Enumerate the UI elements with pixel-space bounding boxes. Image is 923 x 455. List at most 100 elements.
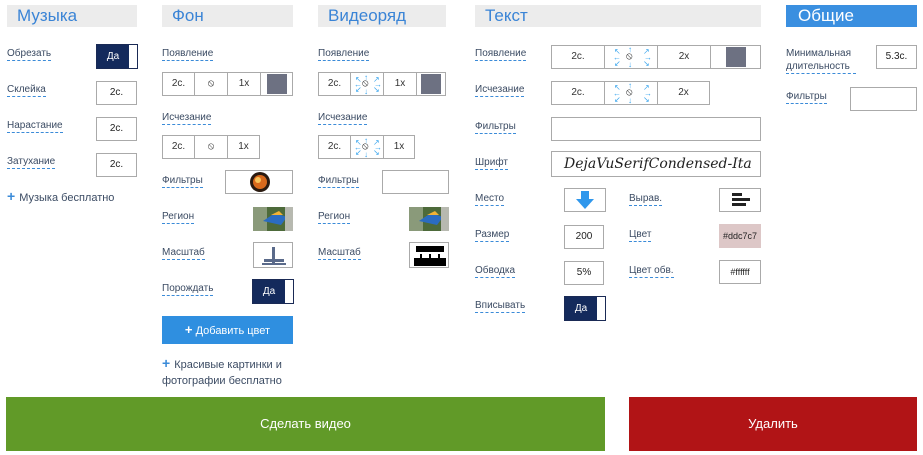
text-size-label[interactable]: Размер — [475, 228, 510, 242]
text-color-input[interactable]: #ddc7c7 — [719, 224, 761, 248]
section-title-text: Текст — [475, 5, 761, 27]
region-preview-image — [409, 207, 449, 231]
direction-arrows-icon: ↖ ↑ ↗ ← → ↙ ↓ ↘ ⦸ — [613, 45, 652, 69]
text-fit-toggle[interactable]: Да — [564, 296, 606, 321]
video-appear-color[interactable] — [417, 73, 445, 95]
direction-arrows-icon: ↖ ↑ ↗ ← → ↙ ↓ ↘ ⦸ — [613, 81, 652, 105]
free-pictures-link[interactable]: + Красивые картинки и фотографии бесплатн… — [162, 355, 297, 389]
bg-spawn-toggle-value: Да — [253, 280, 285, 303]
music-trim-toggle-value: Да — [97, 45, 129, 68]
music-fadeout-label[interactable]: Затухание — [7, 155, 56, 169]
direction-arrows-icon: ↖ ↑ ↗ ← → ↙ ↓ ↘ ⦸ — [354, 136, 382, 159]
music-fadein-label[interactable]: Нарастание — [7, 119, 63, 133]
bg-appear-direction[interactable]: ⦸ — [195, 73, 228, 95]
text-appear-speed[interactable]: 2x — [658, 46, 711, 68]
video-region-label[interactable]: Регион — [318, 210, 351, 224]
video-appear-direction[interactable]: ↖ ↑ ↗ ← → ↙ ↓ ↘ ⦸ — [351, 73, 384, 96]
bg-spawn-label[interactable]: Порождать — [162, 282, 214, 296]
general-min-duration-label[interactable]: Минимальная длительность — [786, 47, 856, 74]
text-place-label[interactable]: Место — [475, 192, 505, 206]
video-appear-speed[interactable]: 1x — [384, 73, 417, 95]
text-size-input[interactable]: 200 — [564, 225, 604, 249]
section-title-video: Видеоряд — [318, 5, 446, 27]
music-crossfade-input[interactable]: 2с. — [96, 81, 137, 105]
video-scale-label[interactable]: Масштаб — [318, 246, 361, 260]
section-title-music: Музыка — [7, 5, 137, 27]
video-scale-thumbnail[interactable] — [409, 242, 449, 268]
general-min-duration-input[interactable]: 5.3с. — [876, 45, 917, 69]
text-disappear-duration[interactable]: 2с. — [552, 82, 605, 104]
text-place-selector[interactable] — [564, 188, 606, 212]
text-appear-direction[interactable]: ↖ ↑ ↗ ← → ↙ ↓ ↘ ⦸ — [605, 45, 658, 69]
text-outline-input[interactable]: 5% — [564, 261, 604, 285]
text-color-label[interactable]: Цвет — [629, 228, 652, 242]
video-disappear-direction[interactable]: ↖ ↑ ↗ ← → ↙ ↓ ↘ ⦸ — [351, 136, 384, 159]
bg-appear-duration[interactable]: 2с. — [163, 73, 195, 95]
music-trim-toggle[interactable]: Да — [96, 44, 138, 69]
text-appear-control[interactable]: 2с. ↖ ↑ ↗ ← → ↙ ↓ ↘ ⦸ 2x — [551, 45, 761, 69]
text-filters-label[interactable]: Фильтры — [475, 120, 516, 134]
music-fadein-input[interactable]: 2с. — [96, 117, 137, 141]
bg-filters-label[interactable]: Фильтры — [162, 174, 203, 188]
section-title-background: Фон — [162, 5, 293, 27]
delete-button[interactable]: Удалить — [629, 397, 917, 451]
text-outline-label[interactable]: Обводка — [475, 264, 516, 278]
music-crossfade-label[interactable]: Склейка — [7, 83, 46, 97]
bg-scale-label[interactable]: Масштаб — [162, 246, 205, 260]
music-trim-label[interactable]: Обрезать — [7, 47, 52, 61]
bg-appear-color[interactable] — [261, 73, 292, 95]
text-filters-input[interactable] — [551, 117, 761, 141]
text-font-label[interactable]: Шрифт — [475, 156, 508, 170]
text-fit-toggle-value: Да — [565, 297, 597, 320]
video-appear-duration[interactable]: 2с. — [319, 73, 351, 95]
add-color-button-label: Добавить цвет — [195, 325, 271, 337]
video-appear-control[interactable]: 2с. ↖ ↑ ↗ ← → ↙ ↓ ↘ ⦸ 1x — [318, 72, 446, 96]
bg-scale-thumbnail[interactable] — [253, 242, 293, 268]
text-appear-color[interactable] — [711, 46, 760, 68]
free-music-link[interactable]: + Музыка бесплатно — [7, 188, 114, 206]
filter-preview-image — [226, 171, 292, 193]
music-fadeout-input[interactable]: 2с. — [96, 153, 137, 177]
bg-spawn-toggle[interactable]: Да — [252, 279, 294, 304]
text-disappear-label[interactable]: Исчезание — [475, 83, 525, 97]
bg-appear-speed[interactable]: 1x — [228, 73, 261, 95]
text-appear-duration[interactable]: 2с. — [552, 46, 605, 68]
text-align-selector[interactable] — [719, 188, 761, 212]
video-region-thumbnail[interactable] — [409, 207, 449, 231]
align-left-icon — [732, 193, 750, 206]
text-outline-color-label[interactable]: Цвет обв. — [629, 264, 674, 278]
text-disappear-direction[interactable]: ↖ ↑ ↗ ← → ↙ ↓ ↘ ⦸ — [605, 81, 658, 105]
color-swatch — [725, 47, 746, 67]
make-video-button[interactable]: Сделать видео — [6, 397, 605, 451]
bg-appear-direction-value: ⦸ — [207, 78, 215, 89]
video-disappear-label[interactable]: Исчезание — [318, 111, 368, 125]
general-filters-label[interactable]: Фильтры — [786, 90, 827, 104]
video-appear-label[interactable]: Появление — [318, 47, 370, 61]
bg-appear-label[interactable]: Появление — [162, 47, 214, 61]
bg-disappear-duration[interactable]: 2с. — [163, 136, 195, 158]
bg-disappear-control[interactable]: 2с. ⦸ 1x — [162, 135, 260, 159]
bg-disappear-direction[interactable]: ⦸ — [195, 136, 228, 158]
bg-disappear-speed[interactable]: 1x — [228, 136, 259, 158]
video-filters-input[interactable] — [382, 170, 449, 194]
text-font-selector[interactable]: DejaVuSerifCondensed-Ita — [551, 151, 761, 177]
general-filters-input[interactable] — [850, 87, 917, 111]
text-disappear-speed[interactable]: 2x — [658, 82, 709, 104]
bg-region-label[interactable]: Регион — [162, 210, 195, 224]
video-filters-label[interactable]: Фильтры — [318, 174, 359, 188]
section-title-general: Общие — [786, 5, 917, 27]
video-disappear-control[interactable]: 2с. ↖ ↑ ↗ ← → ↙ ↓ ↘ ⦸ 1x — [318, 135, 415, 159]
video-disappear-duration[interactable]: 2с. — [319, 136, 351, 158]
text-align-label[interactable]: Вырав. — [629, 192, 663, 206]
arrow-down-icon — [576, 191, 594, 209]
bg-filters-thumbnail[interactable] — [225, 170, 293, 194]
bg-appear-control[interactable]: 2с. ⦸ 1x — [162, 72, 293, 96]
add-color-button[interactable]: + Добавить цвет — [162, 316, 293, 344]
text-appear-label[interactable]: Появление — [475, 47, 527, 61]
bg-disappear-label[interactable]: Исчезание — [162, 111, 212, 125]
text-disappear-control[interactable]: 2с. ↖ ↑ ↗ ← → ↙ ↓ ↘ ⦸ 2x — [551, 81, 710, 105]
text-outline-color-input[interactable]: #ffffff — [719, 260, 761, 284]
video-disappear-speed[interactable]: 1x — [384, 136, 414, 158]
bg-region-thumbnail[interactable] — [253, 207, 293, 231]
text-fit-label[interactable]: Вписывать — [475, 299, 526, 313]
